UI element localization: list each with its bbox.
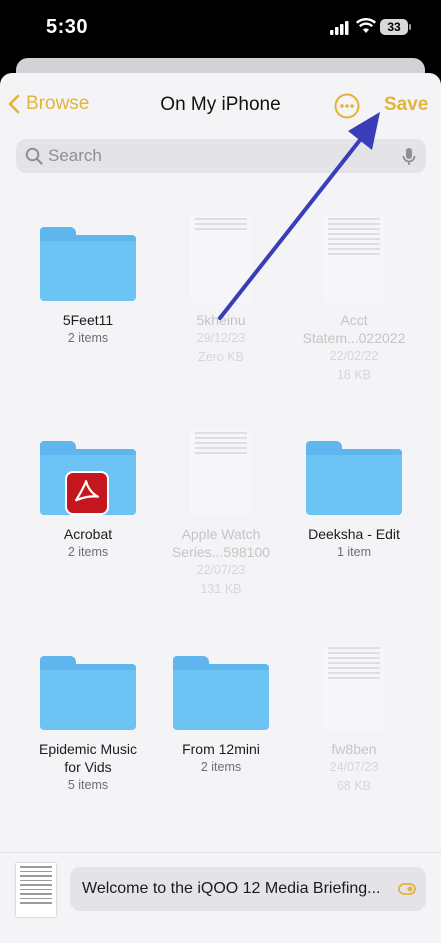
item-name: 5Feet11 — [62, 312, 114, 328]
item-name: fw8ben — [331, 741, 377, 757]
file-5kheinu[interactable]: 5kheinu 29/12/23 Zero KB — [156, 215, 286, 367]
item-name-line2: for Vids — [64, 759, 112, 775]
item-date: 29/12/23 — [196, 331, 246, 345]
item-count: 2 items — [67, 545, 109, 559]
status-time: 5:30 — [46, 16, 89, 38]
item-count: 2 items — [67, 331, 109, 345]
file-acct-statement[interactable]: Acct Statem...022022 22/02/22 18 KB — [289, 215, 419, 385]
wifi-icon — [356, 18, 376, 33]
folder-icon — [23, 227, 153, 307]
battery-indicator: 33 — [380, 19, 408, 35]
item-size: Zero KB — [198, 350, 244, 364]
status-bar: 5:30 33 — [0, 0, 441, 60]
folder-icon — [23, 441, 153, 521]
folder-acrobat[interactable]: Acrobat 2 items — [23, 441, 153, 562]
save-filename-bar: Welcome to the iQOO 12 Media Briefing... — [0, 852, 441, 943]
item-name: Apple Watch — [181, 526, 261, 542]
item-name: From 12mini — [182, 741, 260, 757]
item-count: 2 items — [200, 760, 242, 774]
folder-icon — [156, 656, 286, 736]
item-size: 131 KB — [200, 582, 242, 596]
folder-5feet11[interactable]: 5Feet11 2 items — [23, 227, 153, 348]
folder-deeksha-edit[interactable]: Deeksha - Edit 1 item — [289, 441, 419, 562]
item-name: Epidemic Music — [38, 741, 138, 757]
browse-back-button[interactable]: Browse — [8, 93, 89, 115]
rename-tag-icon[interactable] — [398, 883, 416, 895]
item-size: 18 KB — [336, 368, 372, 382]
cellular-signal-icon — [330, 21, 349, 35]
document-thumbnail-icon — [156, 429, 286, 521]
folder-icon — [23, 656, 153, 736]
search-icon — [25, 147, 43, 165]
item-name: Deeksha - Edit — [308, 526, 400, 542]
filename-field[interactable]: Welcome to the iQOO 12 Media Briefing... — [70, 867, 426, 911]
search-input[interactable] — [48, 139, 388, 173]
browse-label: Browse — [26, 93, 90, 114]
save-button[interactable]: Save — [384, 94, 428, 116]
battery-tip — [409, 24, 411, 30]
document-thumbnail-icon — [289, 644, 419, 736]
file-apple-watch[interactable]: Apple Watch Series...598100 22/07/23 131… — [156, 429, 286, 599]
folder-from-12mini[interactable]: From 12mini 2 items — [156, 656, 286, 777]
document-thumbnail-icon — [156, 215, 286, 307]
item-size: 68 KB — [336, 779, 372, 793]
file-picker-sheet: Browse On My iPhone Save 5Feet11 2 items — [0, 73, 441, 942]
folder-epidemic-music[interactable]: Epidemic Music for Vids 5 items — [23, 656, 153, 795]
item-date: 22/07/23 — [196, 563, 246, 577]
item-count: 5 items — [67, 778, 109, 792]
chevron-left-icon — [8, 94, 20, 114]
folder-icon — [289, 441, 419, 521]
item-date: 22/02/22 — [329, 349, 379, 363]
filename-text: Welcome to the iQOO 12 Media Briefing... — [82, 880, 381, 897]
item-name: Acrobat — [63, 526, 113, 542]
microphone-icon[interactable] — [402, 147, 416, 167]
more-options-icon[interactable] — [334, 93, 360, 119]
acrobat-logo-icon — [65, 471, 109, 515]
item-name-line2: Statem...022022 — [302, 330, 406, 346]
item-name-line2: Series...598100 — [171, 544, 271, 560]
item-name: Acct — [340, 312, 368, 328]
file-fw8ben[interactable]: fw8ben 24/07/23 68 KB — [289, 644, 419, 796]
item-count: 1 item — [336, 545, 372, 559]
item-date: 24/07/23 — [329, 760, 379, 774]
item-name: 5kheinu — [196, 312, 246, 328]
search-bar[interactable] — [16, 139, 426, 173]
document-thumbnail-icon — [289, 215, 419, 307]
document-preview-icon — [16, 863, 56, 917]
